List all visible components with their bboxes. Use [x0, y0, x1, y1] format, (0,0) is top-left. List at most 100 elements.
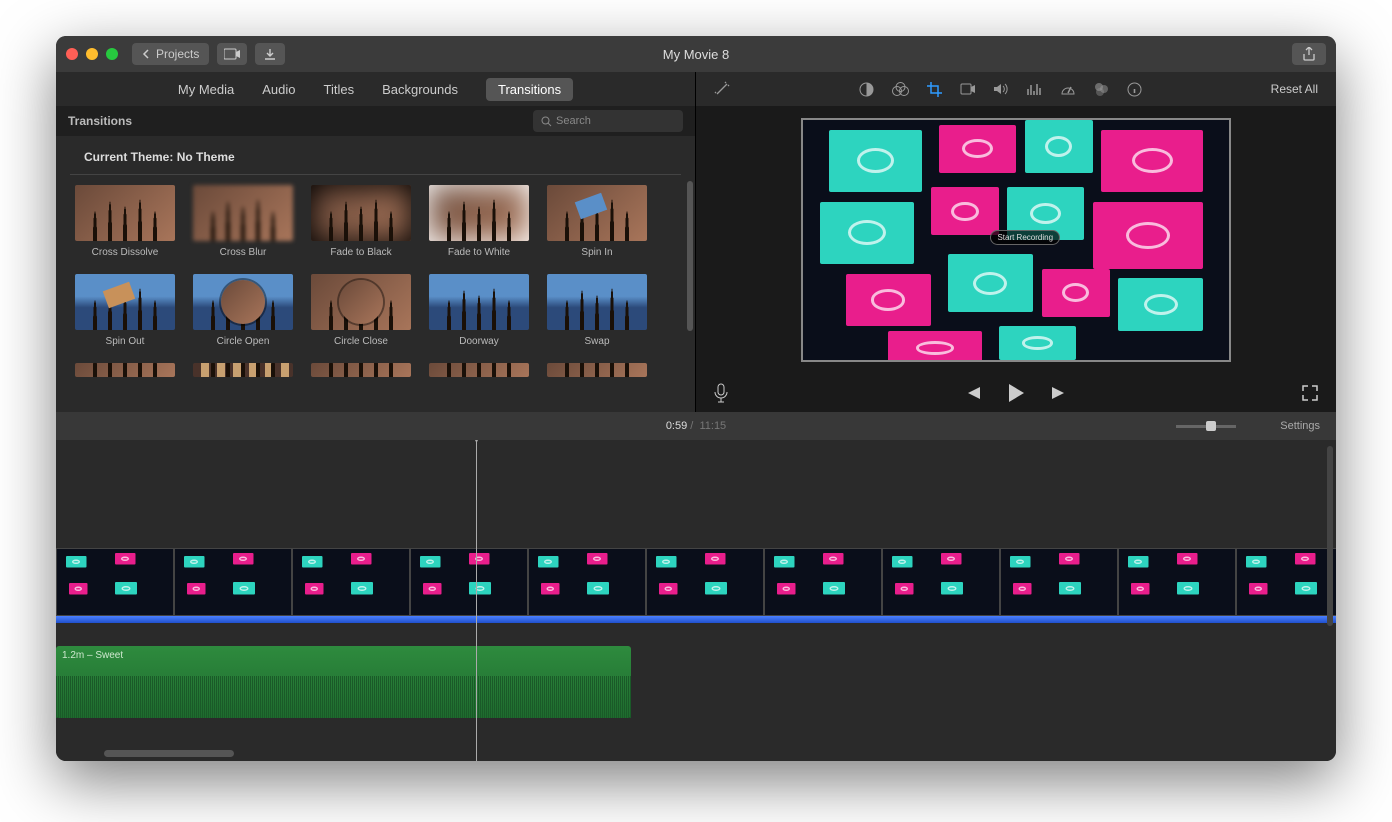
search-icon: [541, 116, 552, 127]
current-theme-row: Current Theme: No Theme: [70, 136, 681, 175]
play-button[interactable]: [1007, 383, 1025, 403]
preview-tv: [939, 125, 1016, 173]
import-media-button[interactable]: [217, 43, 247, 65]
next-button[interactable]: [1051, 386, 1067, 400]
transition-item[interactable]: Doorway: [424, 274, 534, 347]
minimize-window-button[interactable]: [86, 48, 98, 60]
transition-item[interactable]: Circle Open: [188, 274, 298, 347]
transition-item[interactable]: Cross Dissolve: [70, 185, 180, 258]
tab-titles[interactable]: Titles: [324, 82, 355, 97]
preview-tv: [1042, 269, 1110, 317]
voiceover-button[interactable]: [714, 383, 728, 403]
transition-item[interactable]: [542, 363, 652, 377]
preview-tv: [1101, 130, 1203, 192]
video-clip-thumb[interactable]: [292, 548, 410, 616]
stabilization-icon[interactable]: [960, 83, 975, 95]
transition-thumbnail: [429, 363, 529, 377]
browser-title: Transitions: [68, 114, 132, 128]
transition-thumbnail: [547, 274, 647, 330]
preview-tv: [948, 254, 1033, 312]
transition-thumbnail: [193, 363, 293, 377]
transition-label: Circle Open: [217, 336, 270, 347]
transition-item[interactable]: Fade to White: [424, 185, 534, 258]
speed-icon[interactable]: [1060, 82, 1076, 96]
transition-thumbnail: [193, 185, 293, 241]
noise-reduction-icon[interactable]: [1027, 83, 1042, 96]
audio-clip[interactable]: 1.2m – Sweet: [56, 646, 631, 718]
transition-item[interactable]: Circle Close: [306, 274, 416, 347]
video-preview[interactable]: Start Recording: [801, 118, 1231, 362]
video-clip-thumb[interactable]: [646, 548, 764, 616]
playback-controls: [696, 374, 1336, 412]
video-clip-thumb[interactable]: [528, 548, 646, 616]
transition-label: Circle Close: [334, 336, 388, 347]
browser-panel: My Media Audio Titles Backgrounds Transi…: [56, 72, 696, 412]
video-clip-thumb[interactable]: [1236, 548, 1336, 616]
video-clip-thumb[interactable]: [1118, 548, 1236, 616]
time-bar: 0:59 / 11:15 Settings: [56, 412, 1336, 440]
color-correction-icon[interactable]: [892, 82, 909, 97]
video-clip-thumb[interactable]: [882, 548, 1000, 616]
timeline-v-scrollbar[interactable]: [1327, 446, 1333, 626]
preview-tv: [1118, 278, 1203, 331]
transition-item[interactable]: Fade to Black: [306, 185, 416, 258]
video-clip-thumb[interactable]: [56, 548, 174, 616]
transition-thumbnail: [75, 363, 175, 377]
video-clip-thumb[interactable]: [1000, 548, 1118, 616]
volume-icon[interactable]: [993, 82, 1009, 96]
video-clip-thumb[interactable]: [764, 548, 882, 616]
video-clip-thumb[interactable]: [174, 548, 292, 616]
clip-filter-icon[interactable]: [1094, 82, 1109, 97]
transition-item[interactable]: Cross Blur: [188, 185, 298, 258]
preview-tv: [931, 187, 999, 235]
download-button[interactable]: [255, 43, 285, 65]
color-balance-icon[interactable]: [859, 82, 874, 97]
tab-audio[interactable]: Audio: [262, 82, 295, 97]
timeline[interactable]: 1.2m – Sweet: [56, 440, 1336, 761]
transition-item[interactable]: Swap: [542, 274, 652, 347]
tab-transitions[interactable]: Transitions: [486, 78, 573, 101]
window-title: My Movie 8: [663, 47, 729, 62]
crop-icon[interactable]: [927, 82, 942, 97]
transition-item[interactable]: [424, 363, 534, 377]
inspector-toolbar: Reset All: [696, 72, 1336, 106]
browser-scrollbar[interactable]: [687, 181, 693, 331]
transition-thumbnail: [311, 185, 411, 241]
transition-item[interactable]: [70, 363, 180, 377]
magic-wand-icon[interactable]: [714, 81, 730, 97]
zoom-window-button[interactable]: [106, 48, 118, 60]
transition-thumbnail: [311, 274, 411, 330]
preview-tv: [820, 202, 914, 264]
transition-item[interactable]: Spin Out: [70, 274, 180, 347]
transition-label: Spin In: [581, 247, 612, 258]
zoom-slider[interactable]: [1176, 425, 1236, 428]
transition-thumbnail: [547, 185, 647, 241]
transition-item[interactable]: [188, 363, 298, 377]
time-readout: 0:59 / 11:15: [666, 420, 726, 432]
share-button[interactable]: [1292, 43, 1326, 65]
video-track[interactable]: [56, 548, 1336, 624]
app-window: Projects My Movie 8 My Media Audio Title…: [56, 36, 1336, 761]
video-clip-thumb[interactable]: [410, 548, 528, 616]
reset-all-button[interactable]: Reset All: [1271, 82, 1318, 96]
tab-my-media[interactable]: My Media: [178, 82, 234, 97]
transition-thumbnail: [429, 185, 529, 241]
tab-backgrounds[interactable]: Backgrounds: [382, 82, 458, 97]
timeline-settings-button[interactable]: Settings: [1280, 420, 1320, 432]
preview-tv: [999, 326, 1076, 360]
search-input[interactable]: Search: [533, 110, 683, 132]
prev-button[interactable]: [965, 386, 981, 400]
transition-item[interactable]: [306, 363, 416, 377]
info-icon[interactable]: [1127, 82, 1142, 97]
close-window-button[interactable]: [66, 48, 78, 60]
projects-back-button[interactable]: Projects: [132, 43, 209, 65]
fullscreen-button[interactable]: [1302, 385, 1318, 401]
transition-label: Fade to Black: [330, 247, 391, 258]
transition-item[interactable]: Spin In: [542, 185, 652, 258]
transition-thumbnail: [193, 274, 293, 330]
timeline-h-scrollbar[interactable]: [104, 750, 234, 757]
transition-thumbnail: [311, 363, 411, 377]
titlebar: Projects My Movie 8: [56, 36, 1336, 72]
transition-thumbnail: [75, 274, 175, 330]
playhead[interactable]: [476, 440, 477, 761]
